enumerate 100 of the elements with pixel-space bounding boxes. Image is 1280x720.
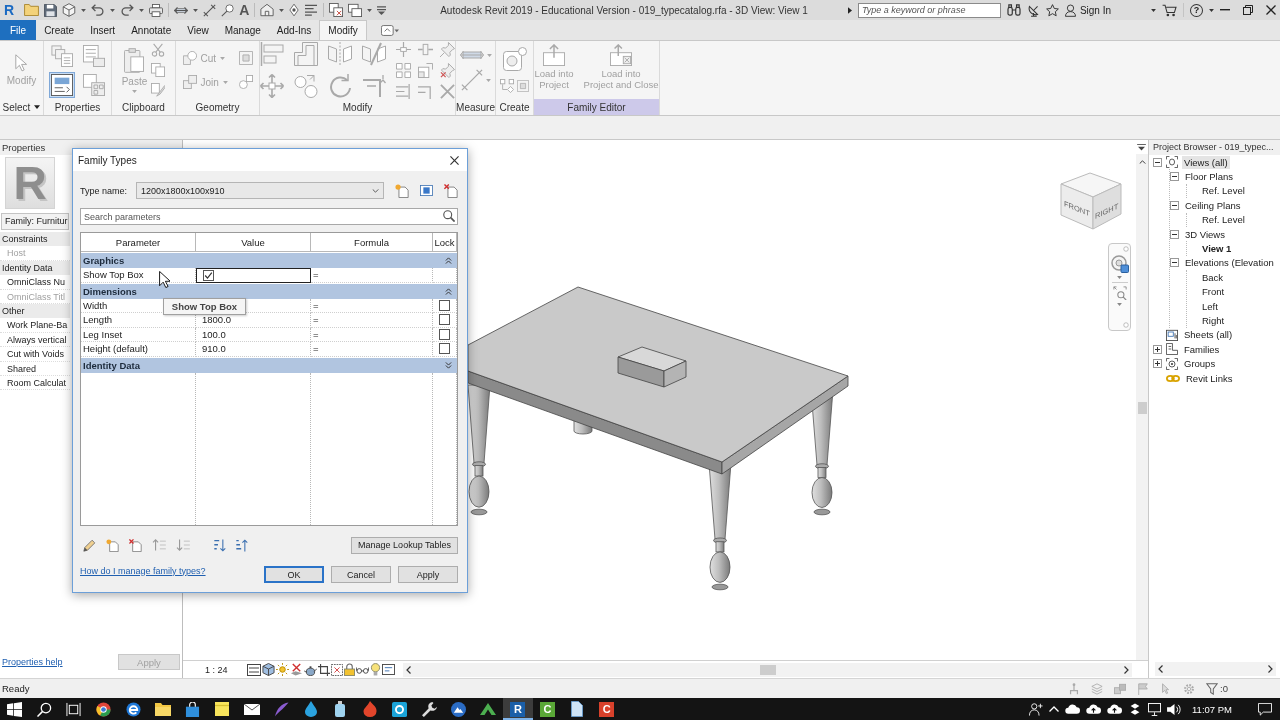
collapse-icon[interactable]: [1153, 157, 1162, 167]
chevron-up-icon[interactable]: [1049, 706, 1060, 712]
tree-item[interactable]: Ceiling Plans: [1183, 198, 1243, 212]
tree-item[interactable]: Ref. Level: [1200, 213, 1247, 227]
scrollbar-thumb[interactable]: [1137, 402, 1147, 414]
ribbon-tab[interactable]: Manage: [216, 20, 269, 40]
monitor-icon[interactable]: [1148, 702, 1162, 716]
house-icon[interactable]: [260, 3, 275, 17]
lines-icon[interactable]: [304, 4, 319, 16]
collapse-icon[interactable]: [1170, 172, 1179, 182]
tree-item[interactable]: Sheets (all): [1182, 328, 1235, 342]
swirl-app-icon[interactable]: [125, 701, 141, 717]
taskbar-app-button[interactable]: R: [503, 698, 533, 720]
checkbox[interactable]: [439, 299, 450, 311]
diamond-marker-icon[interactable]: [289, 3, 300, 17]
new-document-icon[interactable]: [395, 183, 409, 198]
type-name-dropdown[interactable]: 1200x1800x100x910: [136, 182, 384, 199]
people-icon[interactable]: [1029, 702, 1044, 716]
tree-item[interactable]: Floor Plans: [1183, 170, 1236, 184]
manage-lookup-tables-button[interactable]: Manage Lookup Tables: [351, 536, 458, 554]
delete-document-icon[interactable]: [129, 538, 142, 552]
diagonal-dimension-icon[interactable]: [203, 3, 217, 17]
delete-document-icon[interactable]: [444, 183, 458, 198]
dialog-button[interactable]: OK: [264, 566, 324, 583]
envelope-icon[interactable]: [243, 703, 260, 715]
property-group[interactable]: Identity Data: [0, 260, 70, 276]
tree-item[interactable]: View 1: [1200, 242, 1234, 256]
properties-help-link[interactable]: Properties help: [2, 657, 63, 667]
tree-item[interactable]: Groups: [1182, 357, 1218, 371]
help-link[interactable]: How do I manage family types?: [80, 565, 206, 576]
dialog-button[interactable]: Apply: [398, 566, 458, 583]
column-header[interactable]: Parameter: [81, 233, 196, 252]
search-icon[interactable]: [443, 210, 455, 222]
checkbox[interactable]: [439, 343, 450, 355]
triangle-right-icon[interactable]: [848, 6, 852, 14]
save-icon[interactable]: [44, 3, 58, 17]
ribbon-tab[interactable]: Add-Ins: [268, 20, 320, 40]
expand-icon[interactable]: [1153, 359, 1162, 369]
double-chevron-down-icon[interactable]: [445, 361, 452, 369]
ring-tile-icon[interactable]: [392, 701, 407, 717]
formula-field[interactable]: =: [313, 299, 319, 311]
tree-item[interactable]: Right: [1200, 314, 1227, 327]
crop-region-icon[interactable]: [331, 663, 343, 676]
ribbon-tab[interactable]: View: [179, 20, 217, 40]
column-header[interactable]: Lock: [433, 233, 457, 252]
glasses-icon[interactable]: [356, 665, 369, 674]
search-icon[interactable]: [36, 701, 52, 717]
satellite-dish-icon[interactable]: [1026, 3, 1040, 17]
task-view-icon[interactable]: [66, 701, 82, 717]
caret-icon[interactable]: [1151, 8, 1156, 12]
double-arrow-icon[interactable]: [174, 5, 189, 15]
tree-item[interactable]: Revit Links: [1184, 371, 1235, 385]
vertical-scrollbar[interactable]: [1136, 154, 1148, 660]
column-header[interactable]: Formula: [311, 233, 433, 252]
formula-field[interactable]: =: [313, 343, 319, 355]
tree-item[interactable]: Front: [1200, 285, 1227, 299]
search-field[interactable]: Type a keyword or phrase: [858, 2, 1001, 18]
close-icon[interactable]: [1266, 5, 1276, 15]
flame-icon[interactable]: [362, 701, 377, 717]
scroll-right-icon[interactable]: [1268, 665, 1273, 673]
star-icon[interactable]: [1045, 3, 1059, 17]
double-chevron-up-icon[interactable]: [445, 257, 452, 264]
clock[interactable]: 11:07 PM: [1192, 703, 1232, 715]
dialog-button[interactable]: Cancel: [331, 566, 391, 583]
collapse-icon[interactable]: [1170, 229, 1179, 239]
scroll-left-icon[interactable]: [1158, 665, 1163, 673]
taskbar-app-button[interactable]: C: [591, 698, 622, 720]
document-icon[interactable]: [571, 701, 584, 717]
lock-icon[interactable]: [344, 663, 355, 676]
property-group[interactable]: Other: [0, 303, 70, 319]
type-selector[interactable]: Family: Furnitur: [1, 213, 69, 230]
steering-wheel-icon[interactable]: [1110, 255, 1129, 273]
group-header[interactable]: Graphics: [81, 253, 457, 268]
view-scale[interactable]: 1 : 24: [205, 664, 235, 675]
collapse-icon[interactable]: [1170, 200, 1179, 210]
ribbon-tab[interactable]: Modify: [319, 20, 367, 40]
pushpin-cross-icon[interactable]: [440, 62, 455, 78]
scroll-right-icon[interactable]: [1124, 665, 1129, 674]
horizontal-scrollbar[interactable]: [1155, 662, 1276, 676]
new-document-icon[interactable]: [106, 538, 119, 552]
tree-item[interactable]: Ref. Level: [1200, 184, 1247, 198]
close-icon[interactable]: [450, 155, 459, 165]
pencil-icon[interactable]: [83, 538, 96, 552]
tree-item[interactable]: 3D Views: [1183, 227, 1227, 241]
framed-lines-icon[interactable]: [247, 663, 261, 676]
tag-icon[interactable]: [221, 3, 235, 17]
bottle-icon[interactable]: [335, 701, 346, 717]
panel-title[interactable]: Select: [0, 99, 43, 115]
undo-icon[interactable]: [91, 4, 106, 16]
overlapping-windows-icon[interactable]: [329, 3, 344, 17]
text-tool[interactable]: A: [239, 2, 250, 18]
crop-icon[interactable]: [318, 663, 330, 676]
circle-app-icon[interactable]: [96, 701, 112, 717]
zoom-icon[interactable]: [1112, 286, 1127, 300]
chevron-down-icon[interactable]: [372, 188, 379, 193]
cart-icon[interactable]: [1162, 3, 1177, 17]
formula-field[interactable]: =: [313, 269, 319, 281]
app-logo[interactable]: R: [4, 2, 15, 18]
expand-icon[interactable]: [1153, 344, 1162, 354]
ribbon-tab[interactable]: Create: [36, 20, 83, 40]
